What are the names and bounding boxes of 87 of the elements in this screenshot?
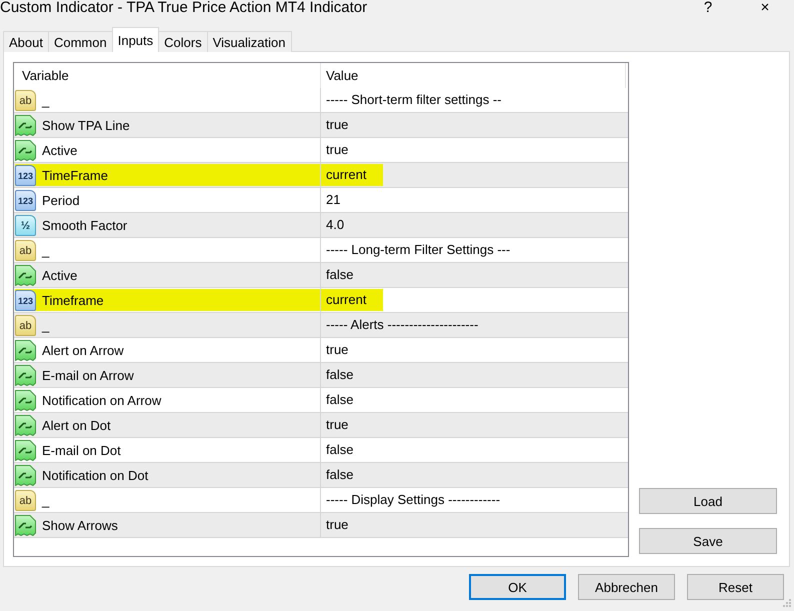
- value-cell: 21: [320, 188, 626, 212]
- variable-name: _: [42, 492, 50, 508]
- table-row[interactable]: 123 Period 21: [14, 188, 628, 213]
- table-row[interactable]: 123 TimeFrame current: [14, 163, 628, 188]
- value-cell: false: [320, 463, 626, 487]
- table-row[interactable]: ab _ ----- Alerts ---------------------: [14, 313, 628, 338]
- variable-name: Alert on Arrow: [42, 342, 124, 358]
- value-cell: true: [320, 513, 626, 537]
- variable-name: Active: [42, 268, 78, 282]
- value-cell: true: [320, 413, 626, 437]
- value-cell: true: [320, 113, 626, 137]
- table-row[interactable]: ab _ ----- Display Settings ------------: [14, 488, 628, 513]
- table-row[interactable]: Alert on Arrow true: [14, 338, 628, 363]
- dialog-button[interactable]: OK: [469, 574, 566, 600]
- table-row[interactable]: Active true: [14, 138, 628, 163]
- variable-name: E-mail on Dot: [42, 442, 121, 458]
- variable-name: TimeFrame: [42, 168, 108, 182]
- fraction-type-icon: ½: [15, 214, 36, 236]
- table-row[interactable]: Notification on Dot false: [14, 463, 628, 488]
- variable-name: Show Arrows: [42, 518, 118, 532]
- value-cell: current: [320, 163, 626, 187]
- table-row[interactable]: E-mail on Arrow false: [14, 363, 628, 388]
- value-cell: 4.0: [320, 213, 626, 237]
- dialog-button[interactable]: Reset: [687, 574, 784, 600]
- variable-name: Timeframe: [42, 292, 104, 308]
- window-title: Custom Indicator - TPA True Price Action MT4 Indicator: [0, 0, 368, 16]
- tab[interactable]: Common: [48, 31, 113, 52]
- value-cell: false: [320, 363, 626, 387]
- tab[interactable]: Visualization: [206, 31, 292, 52]
- chart-line-icon: [15, 114, 36, 136]
- resize-grip-icon[interactable]: [783, 599, 791, 607]
- chart-line-icon: [15, 414, 36, 436]
- value-cell: false: [320, 388, 626, 412]
- integer-type-icon: 123: [15, 164, 36, 186]
- table-row[interactable]: Alert on Dot true: [14, 413, 628, 438]
- text-type-icon: ab: [15, 240, 36, 260]
- chart-line-icon: [15, 340, 36, 360]
- value-cell: true: [320, 138, 626, 162]
- column-header[interactable]: Value: [320, 63, 626, 88]
- chart-line-icon: [15, 464, 36, 486]
- tab[interactable]: Colors: [158, 31, 208, 52]
- integer-type-icon: 123: [15, 290, 36, 310]
- table-row[interactable]: Notification on Arrow false: [14, 388, 628, 413]
- value-cell: ----- Alerts ---------------------: [320, 313, 626, 337]
- variable-name: Smooth Factor: [42, 218, 128, 232]
- integer-type-icon: 123: [15, 190, 36, 210]
- chart-line-icon: [15, 264, 36, 286]
- variable-name: _: [42, 242, 50, 258]
- value-cell: false: [320, 263, 626, 287]
- tab[interactable]: Inputs: [112, 27, 160, 52]
- value-cell: true: [320, 338, 626, 362]
- table-row[interactable]: Active false: [14, 263, 628, 288]
- chart-line-icon: [15, 390, 36, 410]
- variable-name: Notification on Arrow: [42, 392, 162, 408]
- variable-name: Alert on Dot: [42, 418, 111, 432]
- table-row[interactable]: ab _ ----- Short-term filter settings --: [14, 88, 628, 113]
- variable-name: _: [42, 318, 50, 332]
- text-type-icon: ab: [15, 490, 36, 510]
- value-cell: ----- Short-term filter settings --: [320, 88, 626, 112]
- side-button[interactable]: Save: [639, 528, 777, 554]
- value-cell: current: [320, 288, 626, 312]
- value-cell: false: [320, 438, 626, 462]
- table-row[interactable]: E-mail on Dot false: [14, 438, 628, 463]
- text-type-icon: ab: [15, 90, 36, 110]
- table-row[interactable]: 123 Timeframe current: [14, 288, 628, 313]
- variable-name: _: [42, 92, 50, 108]
- variable-name: Period: [42, 192, 80, 208]
- value-cell: ----- Long-term Filter Settings ---: [320, 238, 626, 262]
- table-row[interactable]: Show TPA Line true: [14, 113, 628, 138]
- variable-name: Show TPA Line: [42, 118, 130, 132]
- tab[interactable]: About: [3, 31, 49, 52]
- value-cell: ----- Display Settings ------------: [320, 488, 626, 512]
- table-row[interactable]: Show Arrows true: [14, 513, 628, 538]
- variable-name: E-mail on Arrow: [42, 368, 134, 382]
- text-type-icon: ab: [15, 314, 36, 336]
- table-row[interactable]: ab _ ----- Long-term Filter Settings ---: [14, 238, 628, 263]
- table-row[interactable]: ½ Smooth Factor 4.0: [14, 213, 628, 238]
- chart-line-icon: [15, 140, 36, 160]
- chart-line-icon: [15, 514, 36, 536]
- dialog-button[interactable]: Abbrechen: [578, 574, 675, 600]
- close-button[interactable]: ×: [742, 0, 788, 16]
- variable-name: Notification on Dot: [42, 468, 148, 482]
- variable-name: Active: [42, 142, 78, 158]
- chart-line-icon: [15, 364, 36, 386]
- side-button[interactable]: Load: [639, 488, 777, 514]
- help-button[interactable]: ?: [685, 0, 731, 16]
- chart-line-icon: [15, 440, 36, 460]
